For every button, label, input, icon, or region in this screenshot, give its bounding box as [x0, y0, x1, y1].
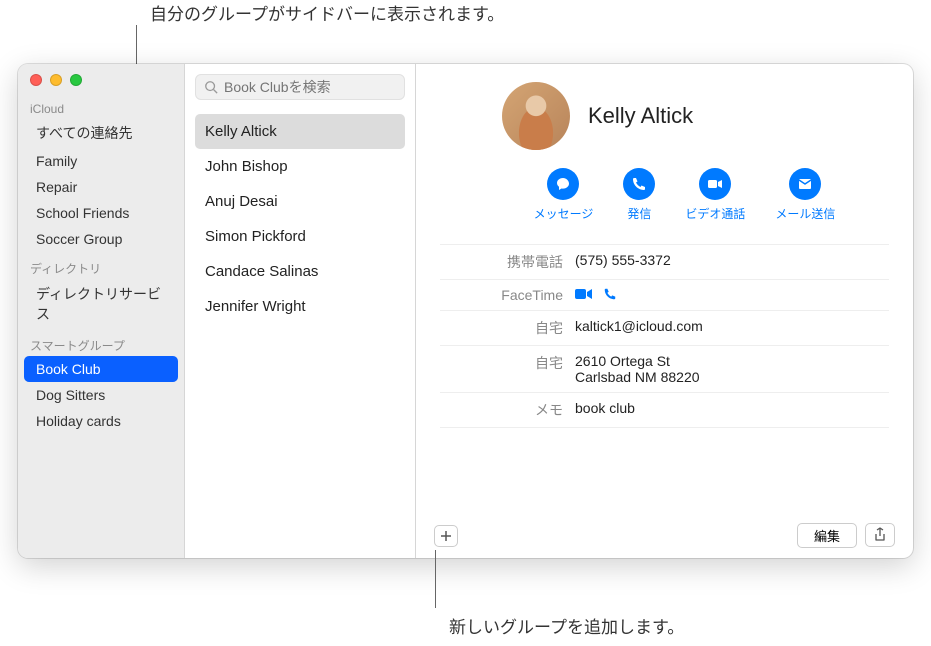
contact-field: 携帯電話(575) 555-3372 [440, 244, 889, 279]
share-icon [873, 527, 887, 543]
contact-field: 自宅2610 Ortega StCarlsbad NM 88220 [440, 345, 889, 392]
sidebar-item[interactable]: Dog Sitters [24, 382, 178, 408]
fullscreen-window-button[interactable] [70, 74, 82, 86]
contact-list-item[interactable]: John Bishop [195, 149, 405, 184]
sidebar-item[interactable]: School Friends [24, 200, 178, 226]
field-label: 携帯電話 [440, 252, 575, 272]
mail-icon [789, 168, 821, 200]
field-value[interactable]: kaltick1@icloud.com [575, 318, 889, 334]
sidebar-section-label: スマートグループ [18, 329, 184, 356]
app-window: iCloudすべての連絡先FamilyRepairSchool FriendsS… [18, 64, 913, 558]
callout-top: 自分のグループがサイドバーに表示されます。 [150, 0, 504, 25]
contact-list-item[interactable]: Jennifer Wright [195, 289, 405, 324]
contact-list-item[interactable]: Kelly Altick [195, 114, 405, 149]
sidebar-item[interactable]: ディレクトリサービス [24, 279, 178, 329]
facetime-video-icon[interactable] [575, 287, 593, 301]
sidebar-section-label: iCloud [18, 94, 184, 118]
sidebar: iCloudすべての連絡先FamilyRepairSchool FriendsS… [18, 64, 185, 558]
callout-bottom: 新しいグループを追加します。 [449, 613, 684, 638]
contact-list-item[interactable]: Anuj Desai [195, 184, 405, 219]
minimize-window-button[interactable] [50, 74, 62, 86]
field-label: メモ [440, 400, 575, 420]
call-button[interactable]: 発信 [623, 168, 655, 222]
plus-icon [440, 530, 452, 542]
message-label: メッセージ [534, 205, 594, 222]
call-label: 発信 [627, 205, 651, 222]
message-icon [547, 168, 579, 200]
mail-button[interactable]: メール送信 [775, 168, 835, 222]
search-input[interactable] [224, 79, 396, 95]
contact-fields: 携帯電話(575) 555-3372FaceTime自宅kaltick1@icl… [440, 244, 889, 428]
edit-button[interactable]: 編集 [797, 523, 857, 548]
field-label: 自宅 [440, 318, 575, 338]
video-label: ビデオ通話 [685, 205, 745, 222]
sidebar-item[interactable]: Book Club [24, 356, 178, 382]
contact-detail: Kelly Altick メッセージ 発信 ビデオ通話 [416, 64, 913, 558]
field-value[interactable]: 2610 Ortega StCarlsbad NM 88220 [575, 353, 889, 385]
callout-line-bottom [435, 550, 436, 608]
contact-list-item[interactable]: Simon Pickford [195, 219, 405, 254]
sidebar-item[interactable]: Family [24, 148, 178, 174]
share-button[interactable] [865, 523, 895, 547]
field-value[interactable]: book club [575, 400, 889, 416]
callout-line-top [136, 25, 137, 67]
contact-field: FaceTime [440, 279, 889, 310]
message-button[interactable]: メッセージ [534, 168, 594, 222]
add-button[interactable] [434, 525, 458, 547]
avatar[interactable] [502, 82, 570, 150]
contact-list-item[interactable]: Candace Salinas [195, 254, 405, 289]
sidebar-item[interactable]: Soccer Group [24, 226, 178, 252]
facetime-audio-icon[interactable] [603, 287, 617, 301]
phone-icon [623, 168, 655, 200]
video-icon [699, 168, 731, 200]
window-controls [18, 71, 184, 94]
field-value[interactable] [575, 287, 889, 301]
contact-field: 自宅kaltick1@icloud.com [440, 310, 889, 345]
search-field[interactable] [195, 74, 405, 100]
video-button[interactable]: ビデオ通話 [685, 168, 745, 222]
sidebar-item[interactable]: すべての連絡先 [24, 118, 178, 148]
search-icon [204, 80, 218, 94]
field-label: 自宅 [440, 353, 575, 373]
field-label: FaceTime [440, 287, 575, 303]
sidebar-item[interactable]: Holiday cards [24, 408, 178, 434]
sidebar-section-label: ディレクトリ [18, 252, 184, 279]
field-value[interactable]: (575) 555-3372 [575, 252, 889, 268]
contact-list: Kelly AltickJohn BishopAnuj DesaiSimon P… [185, 64, 416, 558]
action-buttons: メッセージ 発信 ビデオ通話 メール送信 [440, 168, 889, 222]
contact-field: メモbook club [440, 392, 889, 428]
contact-name: Kelly Altick [588, 103, 693, 129]
bottom-toolbar: 編集 [434, 523, 895, 548]
mail-label: メール送信 [775, 205, 835, 222]
close-window-button[interactable] [30, 74, 42, 86]
sidebar-item[interactable]: Repair [24, 174, 178, 200]
